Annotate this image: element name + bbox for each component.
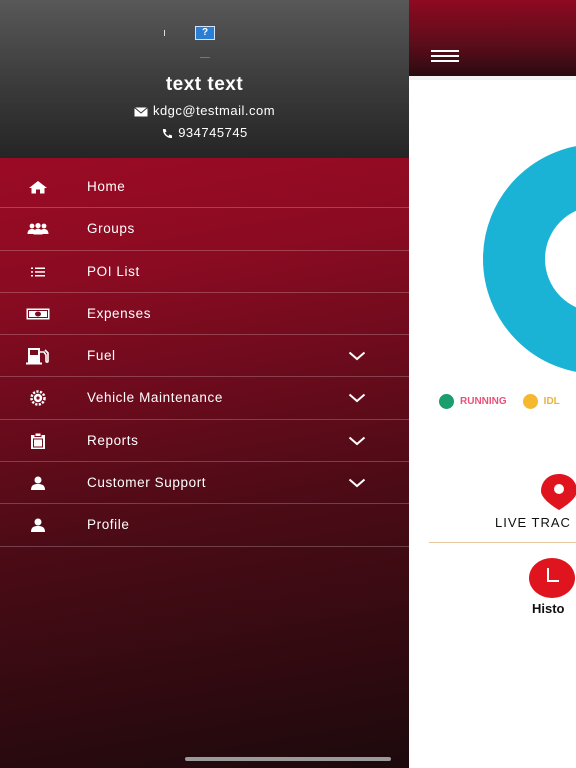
menu-item-reports[interactable]: Reports — [0, 420, 409, 463]
menu-label-profile: Profile — [87, 517, 130, 533]
chevron-down-icon[interactable] — [348, 393, 366, 403]
history-label[interactable]: Histo — [532, 601, 565, 616]
menu-label-reports: Reports — [87, 432, 139, 448]
location-pin-icon[interactable] — [539, 472, 576, 512]
clipboard-icon — [26, 432, 50, 449]
avatar[interactable]: ? — [195, 26, 215, 40]
fuel-pump-icon — [26, 348, 50, 365]
home-icon — [26, 179, 50, 195]
gear-icon — [26, 390, 50, 407]
history-clock-icon[interactable] — [529, 558, 575, 598]
app-top-bar — [409, 0, 576, 76]
status-legend: RUNNING IDL — [439, 394, 560, 409]
legend-idle-label: IDL — [543, 396, 560, 407]
legend-idle-dot — [522, 394, 538, 409]
menu-label-home: Home — [87, 179, 126, 194]
menu-item-fuel[interactable]: Fuel — [0, 335, 409, 378]
mail-icon — [134, 106, 148, 117]
user-icon — [26, 475, 50, 491]
live-tracking-label[interactable]: LIVE TRAC — [495, 515, 571, 530]
drawer-header: ? text text kdgc@testmail.com 934745745 — [0, 0, 409, 158]
menu-label-groups: Groups — [87, 221, 135, 237]
groups-icon — [26, 221, 50, 237]
drawer-menu: Home Groups POI List Expenses Fuel Vehic… — [0, 166, 409, 547]
menu-item-vehicle-maintenance[interactable]: Vehicle Maintenance — [0, 377, 409, 420]
main-app-screen: RUNNING IDL LIVE TRAC Histo — [409, 0, 576, 768]
menu-item-expenses[interactable]: Expenses — [0, 293, 409, 336]
avatar-underline — [200, 57, 210, 58]
phone-icon — [163, 128, 173, 138]
user-icon — [26, 517, 50, 533]
menu-item-customer-support[interactable]: Customer Support — [0, 462, 409, 505]
user-email-row: kdgc@testmail.com — [0, 103, 409, 118]
home-indicator-bar[interactable] — [185, 757, 391, 761]
menu-label-fuel: Fuel — [87, 348, 116, 364]
avatar-tick — [164, 30, 165, 36]
legend-running-dot — [439, 394, 454, 409]
menu-label-vehicle-maintenance: Vehicle Maintenance — [87, 390, 223, 406]
menu-label-expenses: Expenses — [87, 305, 152, 321]
user-phone: 934745745 — [178, 125, 248, 140]
menu-label-customer-support: Customer Support — [87, 475, 207, 491]
chevron-down-icon[interactable] — [348, 478, 366, 488]
menu-item-groups[interactable]: Groups — [0, 208, 409, 251]
user-name: text text — [165, 74, 244, 95]
menu-label-poi-list: POI List — [87, 263, 140, 279]
hamburger-menu-icon[interactable] — [431, 50, 459, 64]
legend-running-label: RUNNING — [460, 396, 507, 407]
cash-icon — [26, 306, 50, 322]
user-email: kdgc@testmail.com — [152, 103, 276, 118]
chevron-down-icon[interactable] — [348, 436, 366, 446]
menu-item-profile[interactable]: Profile — [0, 504, 409, 547]
menu-item-poi-list[interactable]: POI List — [0, 251, 409, 293]
list-icon — [26, 264, 50, 280]
chevron-down-icon[interactable] — [348, 351, 366, 361]
divider — [429, 542, 576, 543]
menu-item-home[interactable]: Home — [0, 166, 409, 209]
user-phone-row: 934745745 — [0, 125, 409, 140]
navigation-drawer: ? text text kdgc@testmail.com 934745745 … — [0, 0, 409, 768]
avatar-area: ? — [164, 26, 220, 58]
